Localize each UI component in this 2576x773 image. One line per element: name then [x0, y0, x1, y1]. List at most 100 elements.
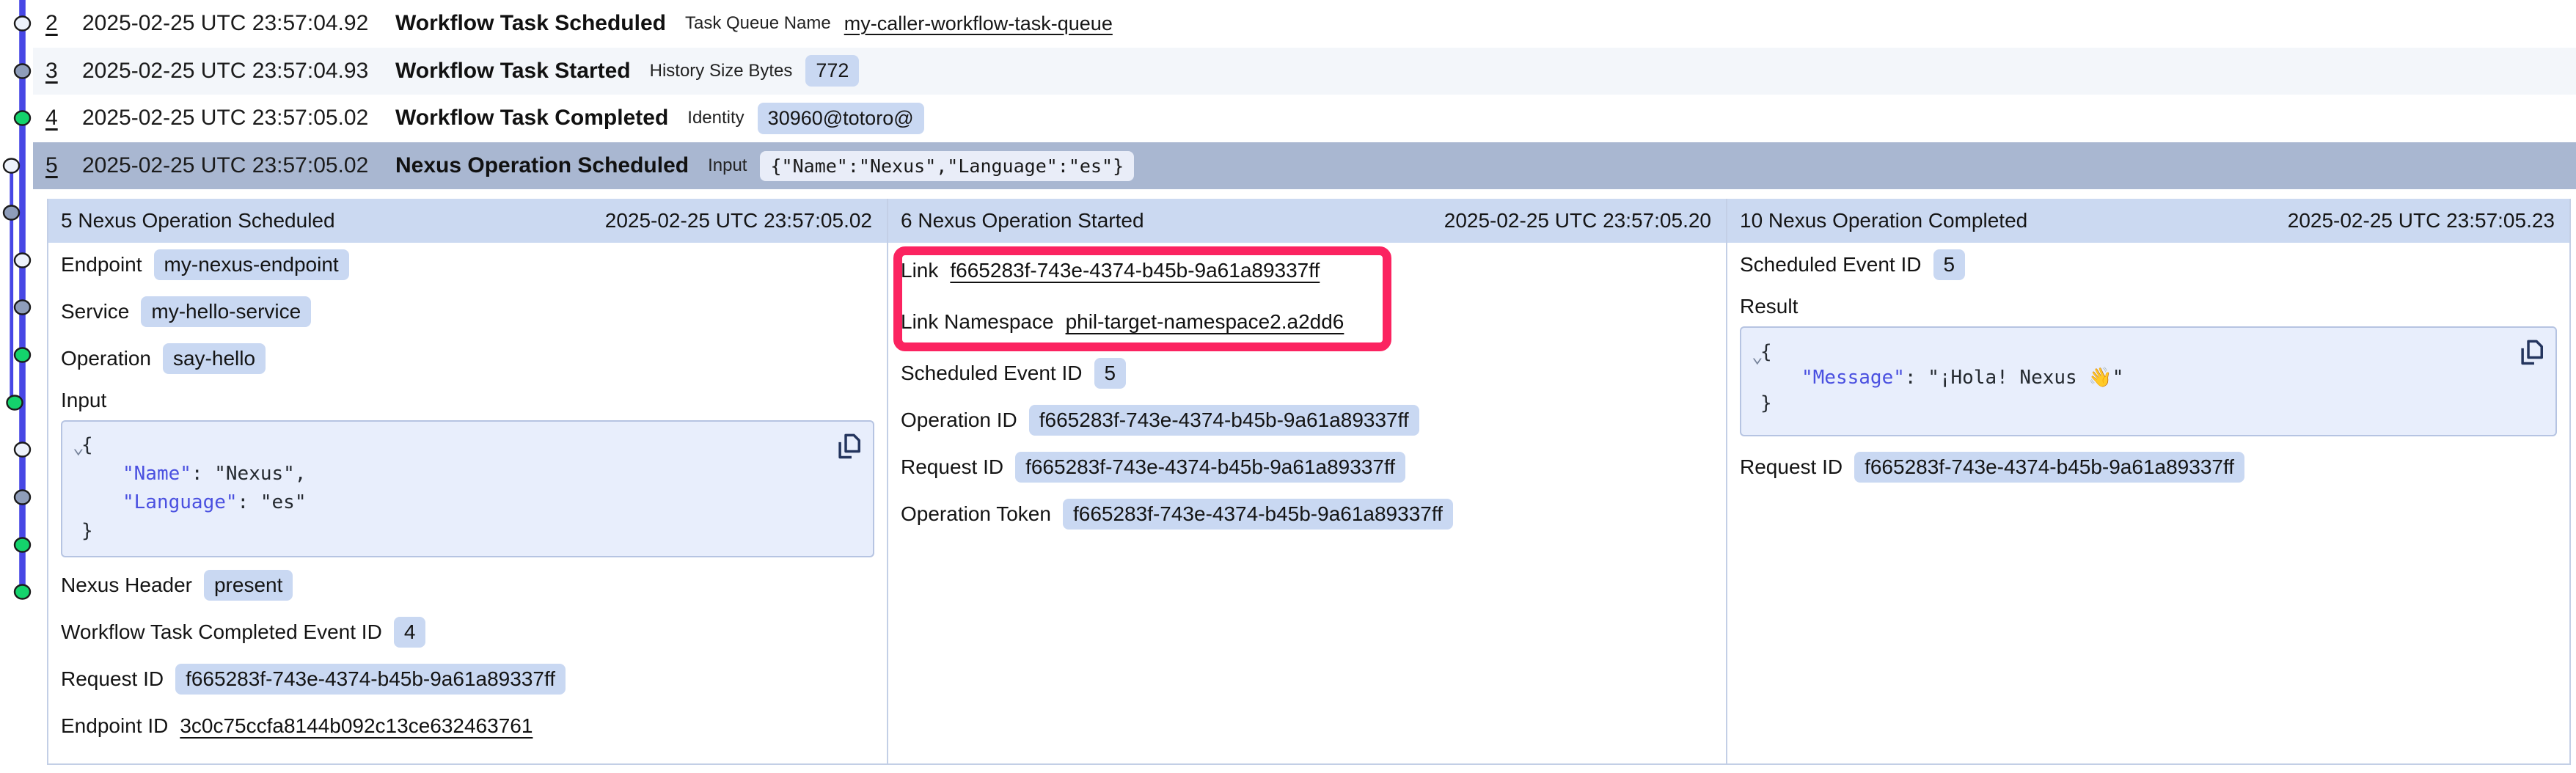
event-row-3[interactable]: 3 2025-02-25 UTC 23:57:04.93 Workflow Ta… — [33, 48, 2576, 95]
field-operation-token: Operation Token f665283f-743e-4374-b45b-… — [901, 498, 1713, 530]
event-group-detail-panels: 5 Nexus Operation Scheduled 2025-02-25 U… — [47, 199, 2571, 765]
field-value-badge: f665283f-743e-4374-b45b-9a61a89337ff — [1029, 405, 1419, 436]
json-line: "Message": "¡Hola! Nexus 👋" — [1760, 365, 2541, 391]
json-line: } — [81, 517, 858, 546]
panel-header: 10 Nexus Operation Completed 2025-02-25 … — [1727, 199, 2569, 243]
event-timestamp: 2025-02-25 UTC 23:57:04.92 — [82, 11, 395, 36]
field-label: Request ID — [61, 667, 164, 691]
field-value-badge: f665283f-743e-4374-b45b-9a61a89337ff — [1015, 452, 1405, 483]
json-line: "Language": "es" — [81, 488, 858, 517]
timeline-dot — [15, 491, 30, 505]
field-scheduled-event-id: Scheduled Event ID 5 — [901, 357, 1713, 389]
event-name: Nexus Operation Scheduled — [395, 153, 689, 178]
panel-title: 5 Nexus Operation Scheduled — [61, 209, 335, 232]
panel-title: 10 Nexus Operation Completed — [1740, 209, 2027, 232]
task-queue-link[interactable]: my-caller-workflow-task-queue — [844, 12, 1113, 35]
field-label: Operation Token — [901, 502, 1051, 526]
event-id-link[interactable]: 3 — [45, 59, 82, 84]
panel-body: Endpoint my-nexus-endpoint Service my-he… — [48, 243, 887, 742]
link-namespace-link[interactable]: phil-target-namespace2.a2dd6 — [1066, 310, 1344, 334]
field-label: Request ID — [1740, 455, 1843, 479]
timeline-dot — [15, 443, 30, 457]
field-label: Endpoint ID — [61, 714, 168, 738]
field-scheduled-event-id: Scheduled Event ID 5 — [1740, 249, 2557, 281]
field-endpoint-id: Endpoint ID 3c0c75ccfa8144b092c13ce63246… — [61, 710, 874, 742]
timeline-dot — [15, 348, 30, 362]
panel-body: Link f665283f-743e-4374-b45b-9a61a89337f… — [888, 243, 1726, 530]
panel-nexus-operation-scheduled: 5 Nexus Operation Scheduled 2025-02-25 U… — [48, 199, 887, 763]
workflow-history-page: 2 2025-02-25 UTC 23:57:04.92 Workflow Ta… — [0, 0, 2576, 773]
event-name: Workflow Task Started — [395, 59, 631, 84]
field-operation: Operation say-hello — [61, 342, 874, 375]
event-row-5-selected[interactable]: 5 2025-02-25 UTC 23:57:05.02 Nexus Opera… — [33, 142, 2576, 190]
event-attr-label: Task Queue Name — [685, 13, 831, 34]
field-service: Service my-hello-service — [61, 296, 874, 328]
json-line: { — [81, 431, 858, 460]
field-request-id: Request ID f665283f-743e-4374-b45b-9a61a… — [901, 451, 1713, 483]
timeline-dot — [15, 301, 30, 315]
json-line: } — [1760, 391, 2541, 417]
event-attr-value-badge: 772 — [805, 55, 859, 87]
result-json-viewer: ⌄ { "Message": "¡Hola! Nexus 👋" } — [1740, 326, 2557, 436]
field-wtc-event-id: Workflow Task Completed Event ID 4 — [61, 616, 874, 648]
field-value-badge: f665283f-743e-4374-b45b-9a61a89337ff — [1854, 452, 2244, 483]
event-name: Workflow Task Scheduled — [395, 11, 666, 36]
field-value-badge: 5 — [1094, 358, 1127, 389]
field-label: Request ID — [901, 455, 1003, 479]
timeline-dot — [4, 206, 19, 220]
field-label: Operation — [61, 347, 151, 370]
field-value-badge: my-nexus-endpoint — [154, 249, 349, 280]
field-nexus-header: Nexus Header present — [61, 569, 874, 601]
field-value-badge: present — [204, 570, 293, 601]
field-label: Endpoint — [61, 253, 142, 276]
collapse-chevron-icon[interactable]: ⌄ — [73, 438, 84, 457]
panel-body: Scheduled Event ID 5 Result ⌄ { "Message… — [1727, 243, 2569, 483]
input-json-viewer: ⌄ { "Name": "Nexus", "Language": "es" } — [61, 420, 874, 557]
field-value-badge: f665283f-743e-4374-b45b-9a61a89337ff — [1063, 499, 1453, 530]
panel-timestamp: 2025-02-25 UTC 23:57:05.23 — [2288, 209, 2555, 232]
copy-icon[interactable] — [2517, 338, 2545, 369]
result-section-label: Result — [1740, 296, 2557, 318]
timeline-branch-line — [10, 164, 13, 403]
field-value-badge: 5 — [1933, 249, 1966, 280]
json-line: "Name": "Nexus", — [81, 460, 858, 488]
event-row-4[interactable]: 4 2025-02-25 UTC 23:57:05.02 Workflow Ta… — [33, 95, 2576, 142]
json-line: { — [1760, 340, 2541, 365]
event-row-2[interactable]: 2 2025-02-25 UTC 23:57:04.92 Workflow Ta… — [33, 0, 2576, 48]
event-id-link[interactable]: 2 — [45, 11, 82, 36]
field-operation-id: Operation ID f665283f-743e-4374-b45b-9a6… — [901, 404, 1713, 436]
event-name: Workflow Task Completed — [395, 106, 668, 131]
event-timestamp: 2025-02-25 UTC 23:57:05.02 — [82, 153, 395, 178]
field-label: Link — [901, 259, 938, 282]
timeline-dot — [7, 396, 23, 410]
panel-nexus-operation-started: 6 Nexus Operation Started 2025-02-25 UTC… — [887, 199, 1726, 763]
event-timestamp: 2025-02-25 UTC 23:57:05.02 — [82, 106, 395, 131]
nexus-link[interactable]: f665283f-743e-4374-b45b-9a61a89337ff — [950, 259, 1320, 282]
endpoint-id-link[interactable]: 3c0c75ccfa8144b092c13ce632463761 — [180, 714, 533, 738]
panel-nexus-operation-completed: 10 Nexus Operation Completed 2025-02-25 … — [1726, 199, 2569, 763]
field-link: Link f665283f-743e-4374-b45b-9a61a89337f… — [901, 254, 1713, 287]
panel-timestamp: 2025-02-25 UTC 23:57:05.02 — [605, 209, 872, 232]
panel-header: 6 Nexus Operation Started 2025-02-25 UTC… — [888, 199, 1726, 243]
field-value-badge: f665283f-743e-4374-b45b-9a61a89337ff — [175, 664, 566, 695]
panel-title: 6 Nexus Operation Started — [901, 209, 1144, 232]
event-attr-value-badge: 30960@totoro@ — [758, 103, 924, 134]
field-label: Link Namespace — [901, 310, 1054, 334]
field-label: Operation ID — [901, 409, 1017, 432]
event-history-list: 2 2025-02-25 UTC 23:57:04.92 Workflow Ta… — [0, 0, 2576, 189]
collapse-chevron-icon[interactable]: ⌄ — [1752, 347, 1763, 366]
field-label: Scheduled Event ID — [901, 362, 1083, 385]
field-label: Nexus Header — [61, 574, 192, 597]
event-timestamp: 2025-02-25 UTC 23:57:04.93 — [82, 59, 395, 84]
copy-icon[interactable] — [835, 432, 863, 463]
event-id-link[interactable]: 4 — [45, 106, 82, 131]
field-link-namespace: Link Namespace phil-target-namespace2.a2… — [901, 306, 1713, 338]
event-input-json-badge: {"Name":"Nexus","Language":"es"} — [760, 151, 1134, 181]
field-value-badge: 4 — [394, 617, 426, 648]
field-request-id: Request ID f665283f-743e-4374-b45b-9a61a… — [61, 663, 874, 695]
field-label: Service — [61, 300, 129, 323]
panel-timestamp: 2025-02-25 UTC 23:57:05.20 — [1444, 209, 1711, 232]
event-attr-label: History Size Bytes — [650, 61, 793, 81]
event-id-link[interactable]: 5 — [45, 153, 82, 178]
event-attr-label: Input — [708, 155, 747, 176]
